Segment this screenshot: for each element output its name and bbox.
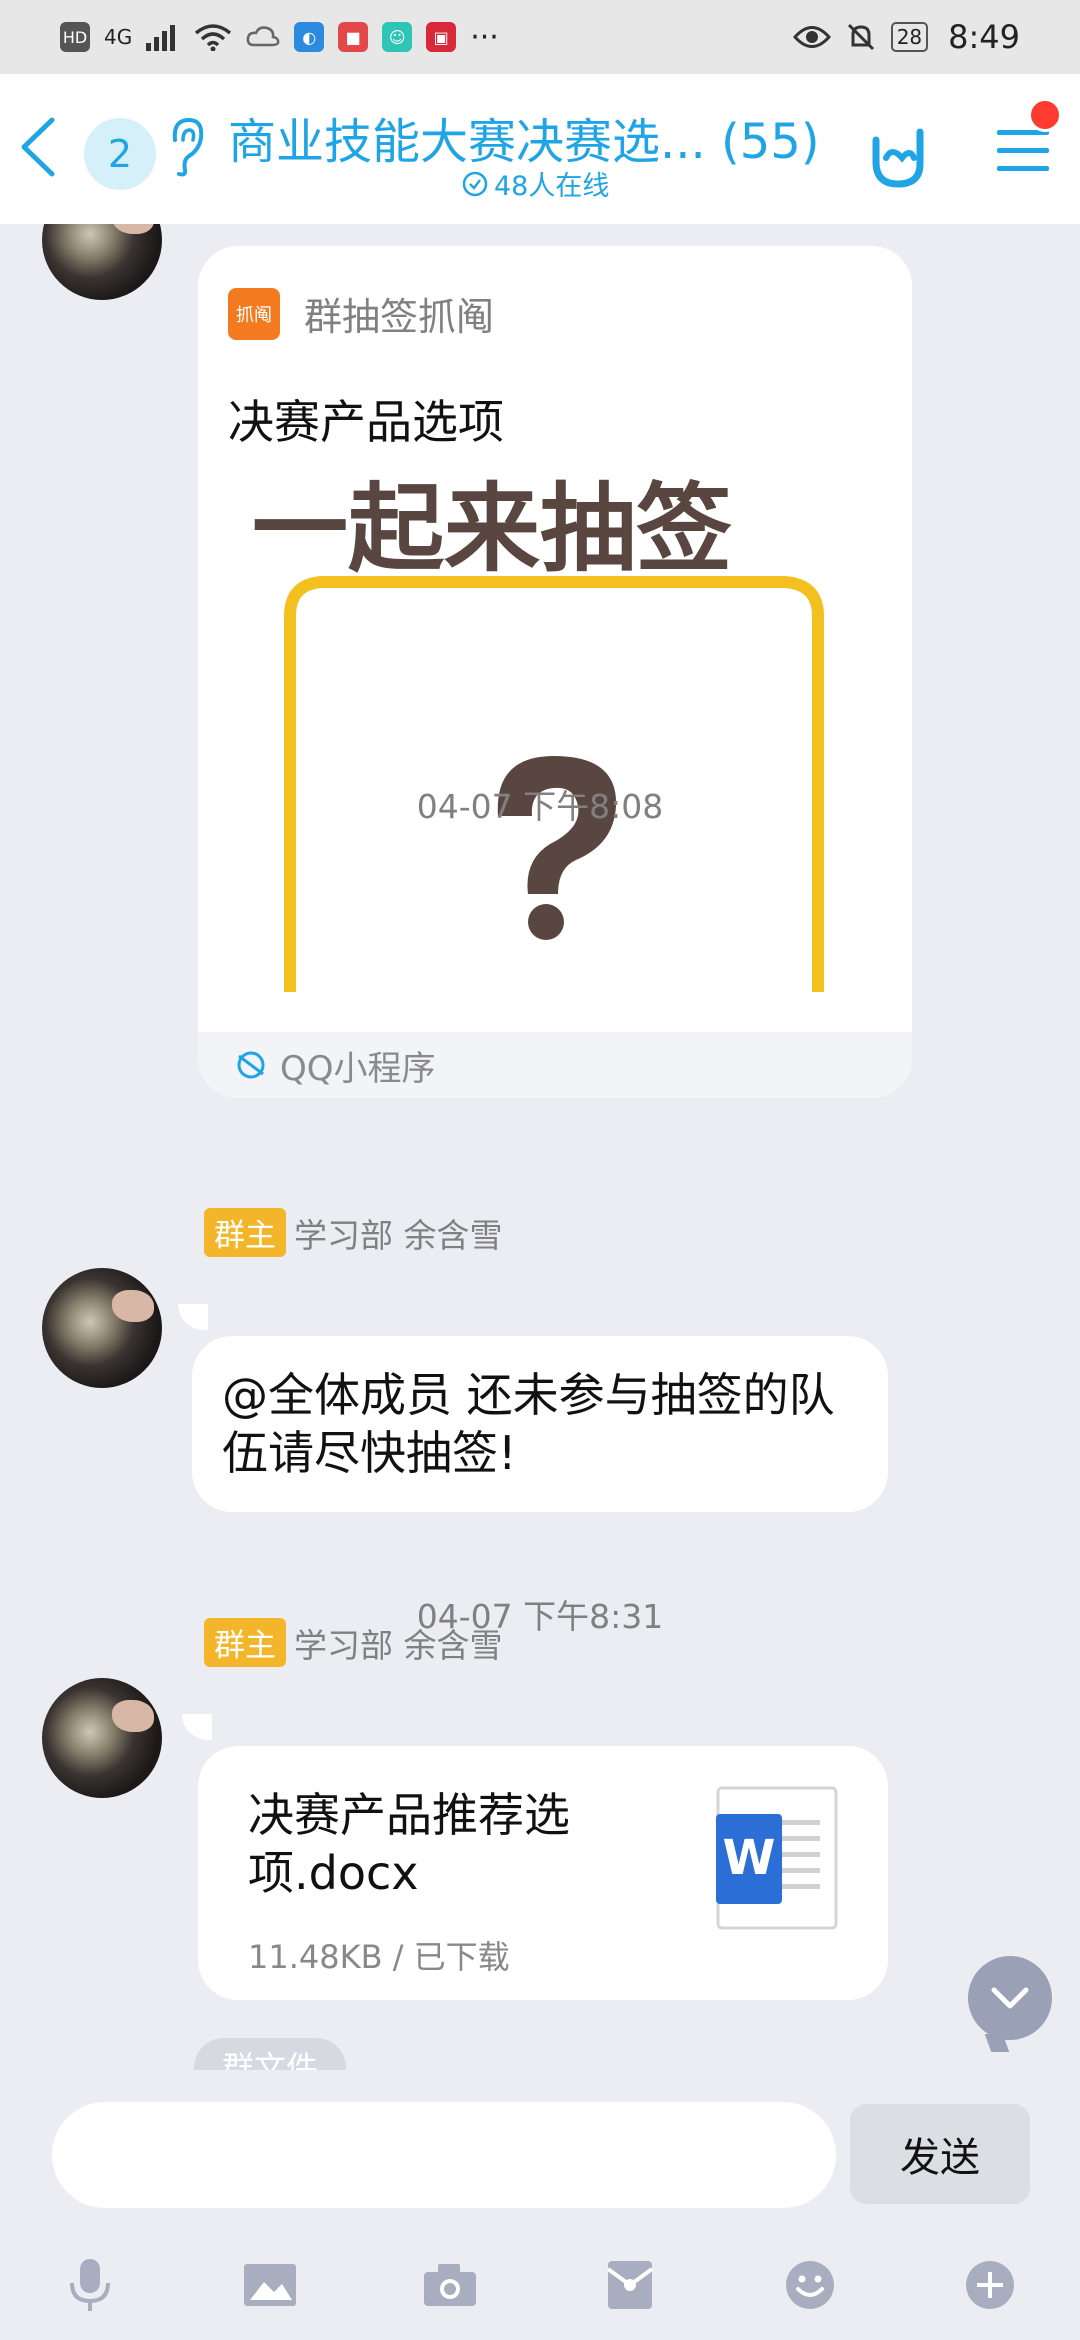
menu-icon[interactable]: [995, 126, 1051, 176]
ear-icon[interactable]: [165, 110, 209, 182]
input-bar: 发送: [0, 2070, 1080, 2340]
bubble-tail: [178, 1304, 208, 1330]
sender-info: 群主 学习部 余含雪: [204, 1208, 503, 1257]
clock: 8:49: [948, 18, 1020, 56]
message-input[interactable]: [52, 2102, 836, 2208]
book-notification-icon: ▣: [426, 22, 457, 52]
chat-messages[interactable]: 抓阄 群抽签抓阄 决赛产品选项 一起来抽签 QQ小程序 04-07 下午8:08…: [0, 224, 1080, 2070]
card-footer: QQ小程序: [198, 1032, 912, 1098]
wifi-icon: [195, 24, 232, 51]
status-bar-right: 28 8:49: [792, 18, 1020, 56]
bubble-tail: [182, 1714, 212, 1740]
menu-notification-dot: [1028, 98, 1062, 132]
rock-hand-icon[interactable]: [862, 118, 932, 198]
file-message-bubble[interactable]: 决赛产品推荐选项.docx 11.48KB / 已下载 W: [198, 1746, 888, 2000]
camera-button[interactable]: [420, 2255, 480, 2315]
online-status: 48人在线: [462, 164, 609, 203]
huawei-notification-icon: ■: [338, 22, 369, 52]
send-button[interactable]: 发送: [850, 2104, 1030, 2204]
owner-badge: 群主: [204, 1618, 286, 1667]
online-count: 48人在线: [494, 171, 610, 202]
unread-count-badge[interactable]: 2: [84, 118, 156, 190]
illustration-text: 一起来抽签: [252, 476, 732, 585]
group-title[interactable]: 商业技能大赛决赛选... (55): [228, 102, 848, 172]
mini-program-icon: [237, 1051, 265, 1079]
image-button[interactable]: [240, 2255, 300, 2315]
timestamp: 04-07 下午8:08: [416, 787, 664, 826]
sender-info: 群主 学习部 余含雪: [204, 1618, 503, 1667]
more-button[interactable]: [960, 2255, 1020, 2315]
emoji-button[interactable]: [780, 2255, 840, 2315]
word-document-icon: W: [716, 1786, 838, 1930]
card-title: 决赛产品选项: [228, 395, 504, 449]
owner-badge: 群主: [204, 1208, 286, 1257]
emoji-icon: [786, 2261, 834, 2309]
sender-name[interactable]: 学习部 余含雪: [294, 1209, 503, 1257]
file-meta: 11.48KB / 已下载: [248, 1938, 510, 1976]
robot-notification-icon: ☺: [382, 22, 413, 52]
sender-name[interactable]: 学习部 余含雪: [294, 1619, 503, 1667]
check-circle-icon: [462, 171, 488, 196]
mute-bell-icon: [847, 23, 874, 51]
file-name: 决赛产品推荐选项.docx: [248, 1788, 570, 1900]
card-header: 抓阄 群抽签抓阄: [228, 286, 494, 341]
mini-program-label: QQ小程序: [280, 1048, 436, 1089]
signal-icon: [146, 25, 176, 51]
camera-icon: [424, 2264, 476, 2306]
battery-level: 28: [896, 25, 923, 49]
message-text: @全体成员 还未参与抽签的队伍请尽快抽签!: [222, 1368, 835, 1480]
image-icon: [244, 2264, 296, 2306]
input-toolbar: [0, 2240, 1080, 2330]
back-icon[interactable]: [14, 112, 64, 182]
scroll-to-bottom-button[interactable]: [968, 1956, 1052, 2040]
mini-program-card[interactable]: 抓阄 群抽签抓阄 决赛产品选项 一起来抽签 QQ小程序: [198, 246, 912, 1098]
eye-icon: [792, 26, 831, 48]
draw-lots-illustration: 一起来抽签: [252, 476, 824, 992]
status-bar-left: HD 4G ◐ ■ ☺ ▣ ···: [60, 20, 499, 55]
network-indicator: 4G: [104, 25, 133, 49]
red-packet-button[interactable]: [600, 2255, 660, 2315]
status-bar: HD 4G ◐ ■ ☺ ▣ ··· 28 8:49: [0, 0, 1080, 74]
group-file-chip[interactable]: 群文件: [194, 2038, 346, 2070]
avatar[interactable]: [42, 1678, 162, 1798]
chat-header: 2 商业技能大赛决赛选... (55) 48人在线: [0, 74, 1080, 224]
chevron-down-icon: [991, 1987, 1029, 2009]
avatar[interactable]: [42, 1268, 162, 1388]
app-notification-icon: ◐: [294, 22, 325, 52]
more-notifications: ···: [470, 19, 499, 55]
message-bubble[interactable]: @全体成员 还未参与抽签的队伍请尽快抽签!: [192, 1336, 888, 1512]
microphone-icon: [70, 2259, 110, 2311]
plus-icon: [966, 2261, 1014, 2309]
cloud-icon: [246, 26, 280, 47]
avatar[interactable]: [42, 224, 162, 300]
hd-indicator: HD: [60, 22, 90, 52]
svg-text:W: W: [723, 1830, 776, 1886]
voice-button[interactable]: [60, 2255, 120, 2315]
mini-program-logo: 抓阄: [228, 287, 280, 340]
battery-icon: 28: [890, 22, 929, 52]
timestamp: 04-07 下午8:31: [416, 1597, 664, 1636]
mini-program-name: 群抽签抓阄: [304, 295, 495, 339]
red-packet-icon: [606, 2261, 654, 2309]
